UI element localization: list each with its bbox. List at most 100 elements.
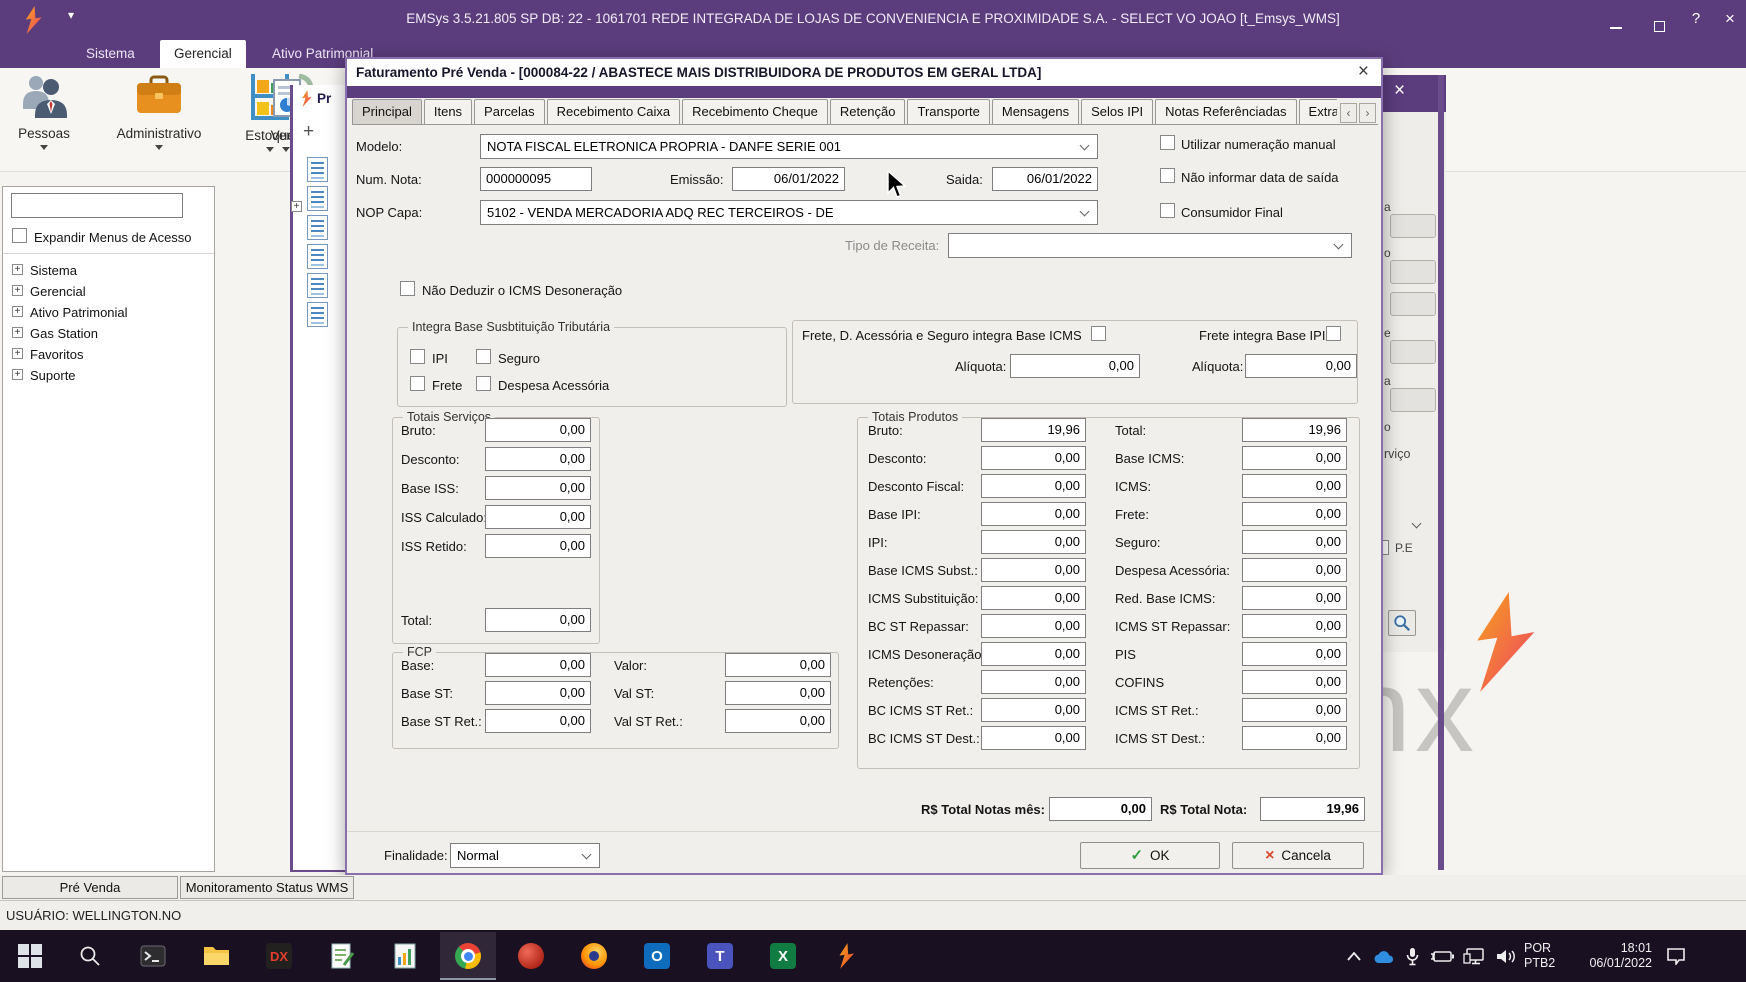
produtos-row-field2[interactable]: 19,96: [1242, 418, 1347, 442]
tab-scroll-right-button[interactable]: ›: [1359, 103, 1376, 123]
st-ipi-checkbox[interactable]: [410, 349, 425, 364]
tree-item[interactable]: Gas Station: [3, 324, 214, 345]
st-despesa-checkbox[interactable]: [476, 376, 491, 391]
fcp-row-field2[interactable]: 0,00: [725, 709, 831, 733]
produtos-row-field1[interactable]: 0,00: [981, 530, 1086, 554]
tree-expander-icon[interactable]: [12, 264, 23, 275]
toolbar-item-pessoas[interactable]: Pessoas: [10, 74, 78, 150]
produtos-row-field2[interactable]: 0,00: [1242, 530, 1347, 554]
servicos-total-field[interactable]: 0,00: [485, 608, 591, 632]
produtos-row-field1[interactable]: 0,00: [981, 586, 1086, 610]
document-icon[interactable]: [307, 273, 328, 298]
tray-microphone[interactable]: [1398, 930, 1426, 982]
taskbar-app-sheet[interactable]: [377, 932, 433, 980]
produtos-row-field2[interactable]: 0,00: [1242, 474, 1347, 498]
taskbar-app-notes[interactable]: [314, 932, 370, 980]
tray-expand-button[interactable]: [1340, 930, 1368, 982]
servicos-row-field[interactable]: 0,00: [485, 418, 591, 442]
taskbar-app-files[interactable]: [188, 932, 244, 980]
tree-expander-icon[interactable]: [12, 369, 23, 380]
produtos-row-field2[interactable]: 0,00: [1242, 558, 1347, 582]
frete-ipi-checkbox[interactable]: [1326, 326, 1341, 341]
fcp-row-field2[interactable]: 0,00: [725, 653, 831, 677]
bottom-tab-prevenda[interactable]: Pré Venda: [2, 876, 178, 899]
taskbar-app-console[interactable]: [125, 932, 181, 980]
produtos-row-field1[interactable]: 0,00: [981, 614, 1086, 638]
dialog-tab[interactable]: Itens: [424, 99, 472, 125]
produtos-row-field1[interactable]: 19,96: [981, 418, 1086, 442]
taskbar-app-excel[interactable]: X: [755, 932, 811, 980]
close-button[interactable]: ×: [1716, 9, 1744, 29]
modelo-combo[interactable]: NOTA FISCAL ELETRONICA PROPRIA - DANFE S…: [480, 134, 1098, 159]
close-icon[interactable]: ×: [1394, 80, 1405, 102]
tray-clock[interactable]: 18:01 06/01/2022: [1566, 930, 1652, 982]
servicos-row-field[interactable]: 0,00: [485, 534, 591, 558]
ok-button[interactable]: ✓OK: [1080, 842, 1220, 869]
tab-scroll-left-button[interactable]: ‹: [1340, 103, 1357, 123]
dialog-caption[interactable]: Faturamento Pré Venda - [000084-22 / ABA…: [347, 59, 1381, 86]
search-button[interactable]: [1388, 610, 1416, 636]
taskbar-app-chrome[interactable]: [440, 932, 496, 980]
taskbar-app-swirl[interactable]: [503, 932, 559, 980]
produtos-row-field2[interactable]: 0,00: [1242, 614, 1347, 638]
taskbar-app-linx[interactable]: [818, 932, 874, 980]
dialog-tab[interactable]: Retenção: [830, 99, 906, 125]
tray-notification-button[interactable]: [1658, 930, 1694, 982]
produtos-row-field1[interactable]: 0,00: [981, 474, 1086, 498]
tab-sistema[interactable]: Sistema: [72, 40, 149, 68]
st-seguro-checkbox[interactable]: [476, 349, 491, 364]
produtos-row-field1[interactable]: 0,00: [981, 726, 1086, 750]
document-icon[interactable]: [307, 244, 328, 269]
dialog-tab[interactable]: Transporte: [907, 99, 989, 125]
help-button[interactable]: ?: [1682, 10, 1710, 27]
emissao-field[interactable]: 06/01/2022: [732, 167, 845, 191]
close-icon[interactable]: ×: [1358, 61, 1369, 83]
nop-capa-combo[interactable]: 5102 - VENDA MERCADORIA ADQ REC TERCEIRO…: [480, 200, 1098, 225]
nao-deduzir-icms-checkbox[interactable]: [400, 281, 415, 296]
document-icon[interactable]: [307, 215, 328, 240]
utilizar-numeracao-checkbox[interactable]: [1160, 135, 1175, 150]
document-icon[interactable]: [307, 186, 328, 211]
tree-item[interactable]: Favoritos: [3, 345, 214, 366]
tree-item[interactable]: Suporte: [3, 366, 214, 387]
dialog-tab[interactable]: Notas Referênciadas: [1155, 99, 1296, 125]
tray-network[interactable]: [1458, 930, 1490, 982]
produtos-row-field2[interactable]: 0,00: [1242, 698, 1347, 722]
add-item-button[interactable]: +: [303, 121, 314, 143]
taskbar-app-teams[interactable]: T: [692, 932, 748, 980]
produtos-row-field2[interactable]: 0,00: [1242, 670, 1347, 694]
produtos-row-field2[interactable]: 0,00: [1242, 586, 1347, 610]
consumidor-final-checkbox[interactable]: [1160, 203, 1175, 218]
produtos-row-field1[interactable]: 0,00: [981, 698, 1086, 722]
dialog-tab[interactable]: Extra: [1299, 99, 1337, 125]
dialog-tab[interactable]: Recebimento Cheque: [682, 99, 828, 125]
tree-expander-icon[interactable]: [12, 327, 23, 338]
tree-item[interactable]: Gerencial: [3, 282, 214, 303]
dialog-tab[interactable]: Recebimento Caixa: [547, 99, 680, 125]
produtos-row-field2[interactable]: 0,00: [1242, 642, 1347, 666]
st-frete-checkbox[interactable]: [410, 376, 425, 391]
produtos-row-field2[interactable]: 0,00: [1242, 446, 1347, 470]
aliquota2-field[interactable]: 0,00: [1245, 354, 1357, 378]
saida-field[interactable]: 06/01/2022: [992, 167, 1098, 191]
tipo-receita-combo[interactable]: [948, 233, 1352, 258]
aliquota1-field[interactable]: 0,00: [1010, 354, 1140, 378]
tray-battery[interactable]: [1426, 930, 1458, 982]
tray-volume[interactable]: [1490, 930, 1522, 982]
expand-menus-checkbox[interactable]: [12, 228, 27, 243]
bottom-tab-monitoramento[interactable]: Monitoramento Status WMS: [180, 876, 354, 899]
fcp-row-field2[interactable]: 0,00: [725, 681, 831, 705]
document-icon[interactable]: [307, 302, 328, 327]
fcp-row-field1[interactable]: 0,00: [485, 681, 591, 705]
tree-expander-icon[interactable]: [12, 348, 23, 359]
dialog-tab[interactable]: Principal: [352, 99, 422, 125]
tree-expander-icon[interactable]: [12, 285, 23, 296]
tray-onedrive[interactable]: [1368, 930, 1398, 982]
tree-item[interactable]: Sistema: [3, 261, 214, 282]
dialog-tab[interactable]: Mensagens: [992, 99, 1079, 125]
tree-expander-icon[interactable]: [291, 201, 302, 212]
fcp-row-field1[interactable]: 0,00: [485, 709, 591, 733]
start-button[interactable]: [2, 932, 58, 980]
document-icon[interactable]: [307, 157, 328, 182]
finalidade-combo[interactable]: Normal: [450, 843, 600, 868]
